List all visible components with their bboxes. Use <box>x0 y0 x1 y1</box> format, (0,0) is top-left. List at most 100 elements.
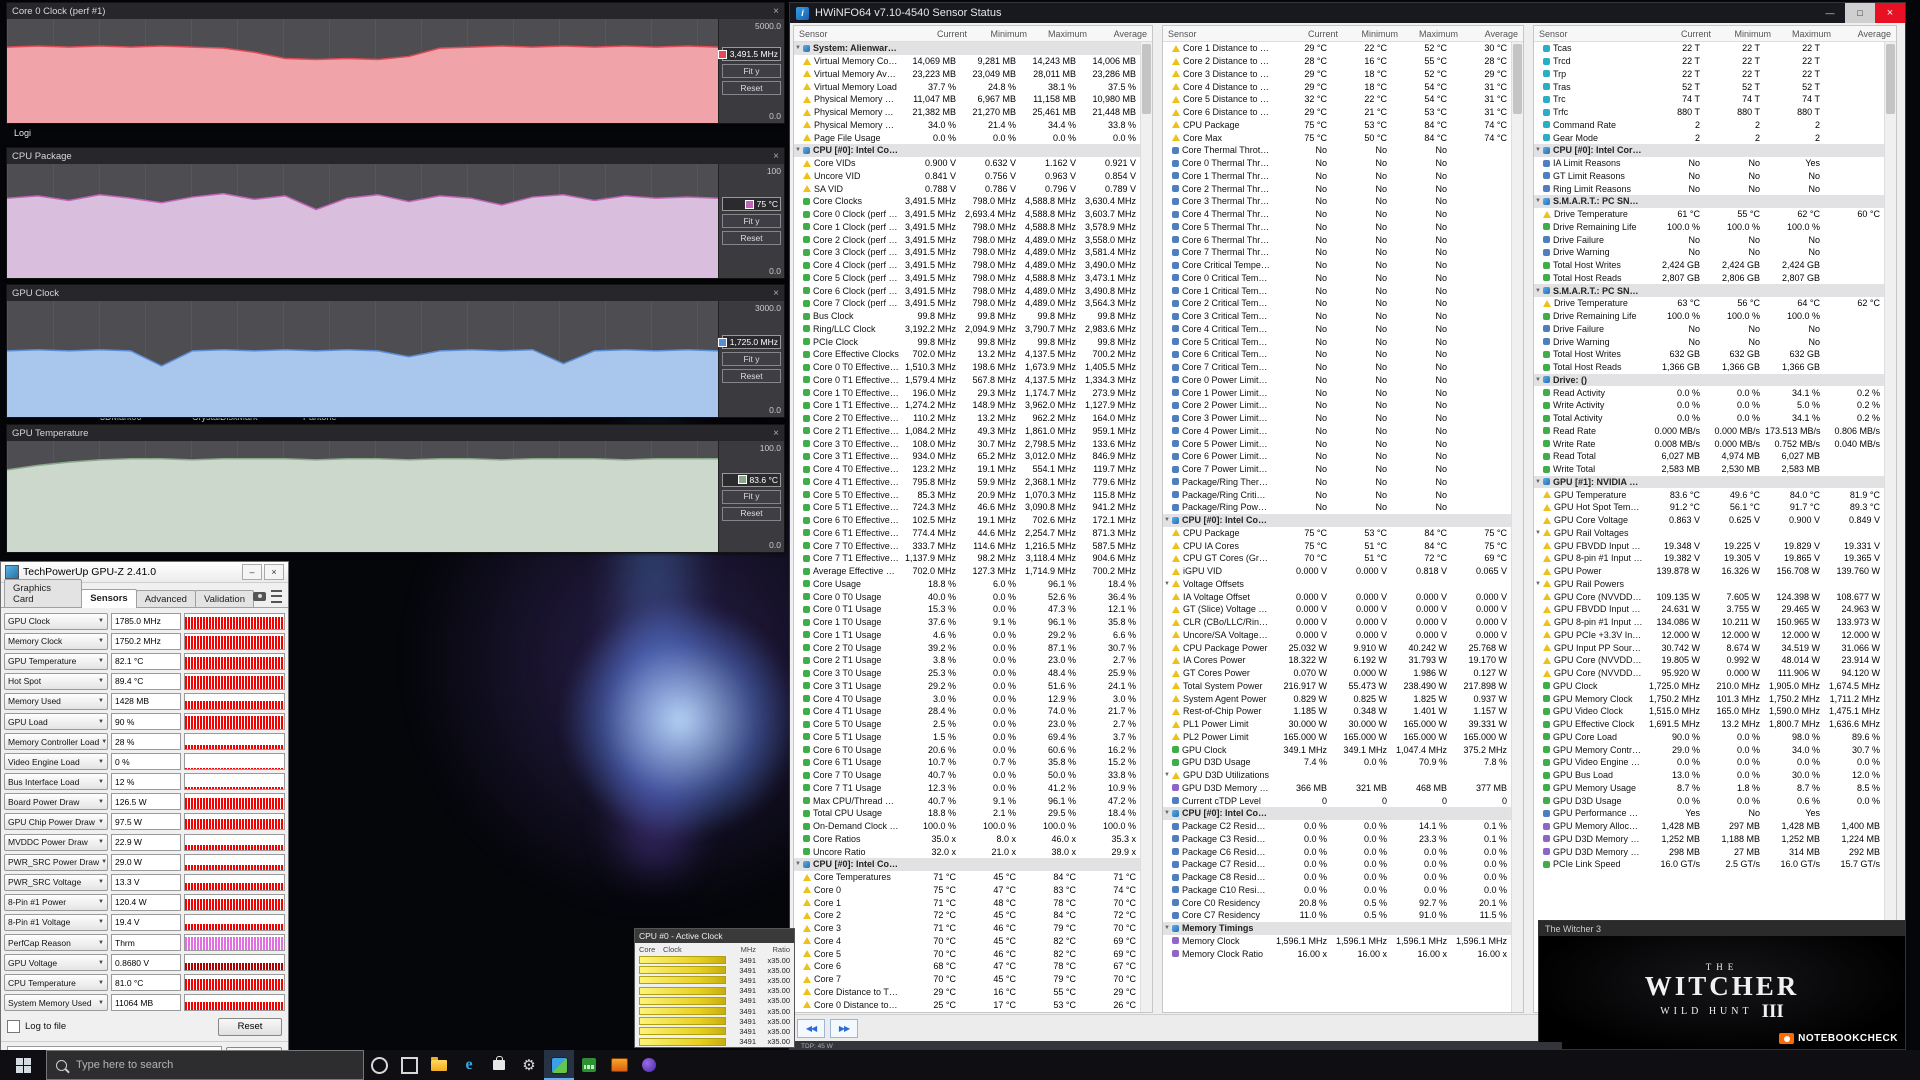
sensor-row[interactable]: Core 2 T1 Effective Clock1,084.2 MHz49.3… <box>794 425 1141 438</box>
sensor-row[interactable]: Rest-of-Chip Power1.185 W0.348 W1.401 W1… <box>1163 705 1512 718</box>
sensor-row[interactable]: Total Host Reads2,807 GB2,806 GB2,807 GB <box>1534 272 1885 285</box>
sensor-row[interactable]: Read Total6,027 MB4,974 MB6,027 MB <box>1534 450 1885 463</box>
taskbar-icon-settings[interactable]: ⚙ <box>514 1050 544 1080</box>
sensor-row[interactable]: Core Temperatures71 °C45 °C84 °C71 °C <box>794 871 1141 884</box>
sensor-row[interactable]: Tcas22 T22 T22 T <box>1534 42 1885 55</box>
sensor-row[interactable]: Core 2 Power Limit Exc...NoNoNo <box>1163 399 1512 412</box>
sensor-row[interactable]: Total Host Writes2,424 GB2,424 GB2,424 G… <box>1534 259 1885 272</box>
sensor-row[interactable]: GPU D3D Memory Dedicated1,252 MB1,188 MB… <box>1534 833 1885 846</box>
close-icon[interactable]: × <box>773 6 779 17</box>
sensor-row[interactable]: Core 1 Distance to TjMAX29 °C22 °C52 °C3… <box>1163 42 1512 55</box>
sensor-row[interactable]: Core 7 T0 Effective Clock333.7 MHz114.6 … <box>794 539 1141 552</box>
sensor-row[interactable]: Core Usage18.8 %6.0 %96.1 %18.4 % <box>794 578 1141 591</box>
fit-y-button[interactable]: Fit y <box>722 490 781 504</box>
taskbar-search[interactable] <box>46 1050 364 1080</box>
sensor-row[interactable]: GPU D3D Memory Dynamic298 MB27 MB314 MB2… <box>1534 845 1885 858</box>
sensor-row[interactable]: Core 3 Thermal ThrottlingNoNoNo <box>1163 195 1512 208</box>
sensor-row[interactable]: Trfc880 T880 T880 T <box>1534 106 1885 119</box>
screenshot-camera-icon[interactable] <box>253 592 266 601</box>
sensor-row[interactable]: ▼GPU D3D Utilizations <box>1163 769 1512 782</box>
fit-y-button[interactable]: Fit y <box>722 352 781 366</box>
sensor-row[interactable]: Core 4 T0 Effective Clock123.2 MHz19.1 M… <box>794 463 1141 476</box>
sensor-row[interactable]: Core 0 Critical Tempera...NoNoNo <box>1163 272 1512 285</box>
scrollbar-thumb[interactable] <box>1142 44 1151 114</box>
sensor-row[interactable]: Core 2 T1 Usage3.8 %0.0 %23.0 %2.7 % <box>794 654 1141 667</box>
sensor-row[interactable]: CPU Package Power25.032 W9.910 W40.242 W… <box>1163 641 1512 654</box>
sensor-section-row[interactable]: ▼CPU [#0]: Intel Core i7-11... <box>794 858 1141 871</box>
sensor-row[interactable]: GPU Core (NVVDD) Out...95.920 W0.000 W11… <box>1534 667 1885 680</box>
sensor-row[interactable]: Drive Temperature61 °C55 °C62 °C60 °C <box>1534 208 1885 221</box>
sensor-row[interactable]: Memory Clock Ratio16.00 x16.00 x16.00 x1… <box>1163 947 1512 960</box>
scrollbar[interactable] <box>1884 42 1896 1012</box>
sensor-row[interactable]: Core 6 T1 Usage10.7 %0.7 %35.8 %15.2 % <box>794 756 1141 769</box>
sensor-row[interactable]: CPU Package75 °C53 °C84 °C74 °C <box>1163 119 1512 132</box>
sensor-row[interactable]: Write Rate0.008 MB/s0.000 MB/s0.752 MB/s… <box>1534 437 1885 450</box>
sensor-row[interactable]: Core 4 Thermal ThrottlingNoNoNo <box>1163 208 1512 221</box>
sensor-row[interactable]: Core 668 °C47 °C78 °C67 °C <box>794 960 1141 973</box>
sensor-row[interactable]: Drive WarningNoNoNo <box>1534 246 1885 259</box>
sensor-row[interactable]: Core 5 Thermal ThrottlingNoNoNo <box>1163 221 1512 234</box>
sensor-row[interactable]: GPU Hot Spot Temperature91.2 °C56.1 °C91… <box>1534 501 1885 514</box>
sensor-row[interactable]: CPU GT Cores (Graphics)70 °C51 °C72 °C69… <box>1163 552 1512 565</box>
scrollbar-thumb[interactable] <box>1886 44 1895 114</box>
sensor-section-row[interactable]: ▼S.M.A.R.T.: PC SN730 NVM... <box>1534 284 1885 297</box>
sensor-dropdown[interactable]: Memory Used▼ <box>4 693 108 710</box>
sensor-row[interactable]: GPU Video Engine Load0.0 %0.0 %0.0 %0.0 … <box>1534 756 1885 769</box>
history-back-button[interactable]: ◀◀ <box>797 1019 825 1038</box>
sensor-row[interactable]: GPU Performance Limit...YesNoYes <box>1534 807 1885 820</box>
sensor-dropdown[interactable]: Memory Clock▼ <box>4 633 108 650</box>
sensor-row[interactable]: Core 7 Power Limit Exc...NoNoNo <box>1163 463 1512 476</box>
graph-titlebar[interactable]: CPU Package × <box>7 148 784 164</box>
sensor-dropdown[interactable]: PWR_SRC Power Draw▼ <box>4 854 108 871</box>
sensor-row[interactable]: Core 5 Distance to TjMAX32 °C22 °C54 °C3… <box>1163 93 1512 106</box>
sensor-row[interactable]: GPU D3D Usage7.4 %0.0 %70.9 %7.8 % <box>1163 756 1512 769</box>
sensor-row[interactable]: GPU Video Clock1,515.0 MHz165.0 MHz1,590… <box>1534 705 1885 718</box>
sensor-dropdown[interactable]: GPU Voltage▼ <box>4 954 108 971</box>
sensor-row[interactable]: Core 6 Power Limit Exc...NoNoNo <box>1163 450 1512 463</box>
sensor-row[interactable]: Drive Remaining Life100.0 %100.0 %100.0 … <box>1534 310 1885 323</box>
sensor-row[interactable]: Uncore Ratio32.0 x21.0 x38.0 x29.9 x <box>794 845 1141 858</box>
sensor-row[interactable]: Core C0 Residency20.8 %0.5 %92.7 %20.1 % <box>1163 896 1512 909</box>
sensor-row[interactable]: Core 6 Distance to TjMAX29 °C21 °C53 °C3… <box>1163 106 1512 119</box>
sensor-row[interactable]: Physical Memory Available21,382 MB21,270… <box>794 106 1141 119</box>
sensor-row[interactable]: Read Activity0.0 %0.0 %34.1 %0.2 % <box>1534 386 1885 399</box>
sensor-row[interactable]: Core 4 T0 Usage3.0 %0.0 %12.9 %3.0 % <box>794 692 1141 705</box>
sensor-row[interactable]: Core 075 °C47 °C83 °C74 °C <box>794 884 1141 897</box>
sensor-section-row[interactable]: ▼Drive: () <box>1534 374 1885 387</box>
sensor-row[interactable]: Gear Mode222 <box>1534 131 1885 144</box>
sensor-row[interactable]: Drive Temperature63 °C56 °C64 °C62 °C <box>1534 297 1885 310</box>
sensor-row[interactable]: GPU Temperature83.6 °C49.6 °C84.0 °C81.9… <box>1534 488 1885 501</box>
sensor-row[interactable]: Trcd22 T22 T22 T <box>1534 55 1885 68</box>
sensor-row[interactable]: PCIe Link Speed16.0 GT/s2.5 GT/s16.0 GT/… <box>1534 858 1885 871</box>
sensor-row[interactable]: Core 3 Distance to TjMAX29 °C18 °C52 °C2… <box>1163 68 1512 81</box>
sensor-row[interactable]: Core 1 Thermal ThrottlingNoNoNo <box>1163 170 1512 183</box>
sensor-row[interactable]: Core 371 °C46 °C79 °C70 °C <box>794 922 1141 935</box>
graph-window-gpu-temperature[interactable]: GPU Temperature × 100.0 83.6 °C Fit y Re… <box>6 424 785 553</box>
sensor-row[interactable]: Package C8 Residency0.0 %0.0 %0.0 %0.0 % <box>1163 871 1512 884</box>
sensor-row[interactable]: Core Max75 °C50 °C84 °C74 °C <box>1163 131 1512 144</box>
sensor-row[interactable]: Package C3 Residency0.0 %0.0 %23.3 %0.1 … <box>1163 833 1512 846</box>
sensor-row[interactable]: Core 0 Distance to TjMAX25 °C17 °C53 °C2… <box>794 998 1141 1011</box>
sensor-row[interactable]: Package C7 Residency0.0 %0.0 %0.0 %0.0 % <box>1163 858 1512 871</box>
sensor-row[interactable]: Core 1 Critical Tempera...NoNoNo <box>1163 284 1512 297</box>
log-to-file-checkbox[interactable] <box>7 1020 20 1033</box>
taskbar-icon-file-explorer[interactable] <box>424 1050 454 1080</box>
sensor-row[interactable]: GT Limit ReasonsNoNoNo <box>1534 170 1885 183</box>
scrollbar-thumb[interactable] <box>1513 44 1522 114</box>
sensor-row[interactable]: Core 3 T1 Usage29.2 %0.0 %51.6 %24.1 % <box>794 680 1141 693</box>
sensor-row[interactable]: CLR (CBo/LLC/Ring) Vol...0.000 V0.000 V0… <box>1163 616 1512 629</box>
sensor-row[interactable]: Core 6 Clock (perf #1)3,491.5 MHz798.0 M… <box>794 284 1141 297</box>
sensor-row[interactable]: Core 1 T0 Usage37.6 %9.1 %96.1 %35.8 % <box>794 616 1141 629</box>
sensor-row[interactable]: Core 5 T0 Effective Clock85.3 MHz20.9 MH… <box>794 488 1141 501</box>
sensor-row[interactable]: Core 0 Thermal ThrottlingNoNoNo <box>1163 157 1512 170</box>
sensor-row[interactable]: Core 7 T1 Usage12.3 %0.0 %41.2 %10.9 % <box>794 782 1141 795</box>
sensor-dropdown[interactable]: System Memory Used▼ <box>4 994 108 1011</box>
sensor-row[interactable]: Core 3 Clock (perf #1)3,491.5 MHz798.0 M… <box>794 246 1141 259</box>
sensor-section-row[interactable]: ▼S.M.A.R.T.: PC SN730 NVM... <box>1534 195 1885 208</box>
sensor-row[interactable]: Total Host Reads1,366 GB1,366 GB1,366 GB <box>1534 361 1885 374</box>
sensor-row[interactable]: GPU Clock1,725.0 MHz210.0 MHz1,905.0 MHz… <box>1534 680 1885 693</box>
sensor-row[interactable]: Write Activity0.0 %0.0 %5.0 %0.2 % <box>1534 399 1885 412</box>
sensor-row[interactable]: Virtual Memory Committed14,069 MB9,281 M… <box>794 55 1141 68</box>
tab-advanced[interactable]: Advanced <box>136 590 196 607</box>
sensor-row[interactable]: Core VIDs0.900 V0.632 V1.162 V0.921 V <box>794 157 1141 170</box>
